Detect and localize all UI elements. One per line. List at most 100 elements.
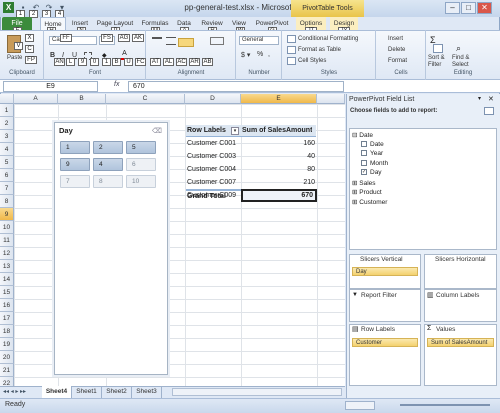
column-header-d[interactable]: D: [185, 94, 241, 104]
slicer-item[interactable]: 4: [93, 158, 123, 171]
keytip-format-painter: FP: [25, 56, 37, 64]
pivot-row-value: 210: [303, 179, 315, 186]
sheet-tab-sheet4[interactable]: Sheet4: [42, 386, 72, 398]
clear-filter-icon[interactable]: ⌫: [152, 127, 162, 135]
row-header[interactable]: 8: [0, 195, 14, 208]
field-tree-item[interactable]: ⊞ Product: [352, 188, 382, 196]
values-sum-of-salesamount[interactable]: Sum of SalesAmount: [427, 338, 494, 347]
row-header[interactable]: 2: [0, 117, 14, 130]
field-tree-item[interactable]: ⊞ Customer: [352, 198, 387, 206]
field-checkbox[interactable]: [361, 150, 367, 157]
delete-cells-button[interactable]: Delete: [380, 47, 405, 53]
cell-styles-button[interactable]: Cell Styles: [298, 58, 326, 64]
select-all-corner[interactable]: [0, 94, 14, 104]
slicer-item[interactable]: 8: [93, 175, 123, 188]
field-tree-item[interactable]: Date: [361, 141, 384, 148]
sort-filter-icon[interactable]: [433, 44, 443, 53]
find-select-icon[interactable]: ⌕: [456, 43, 461, 54]
number-format-box[interactable]: General: [239, 36, 279, 45]
slicer-item[interactable]: 2: [93, 141, 123, 154]
row-header[interactable]: 16: [0, 299, 14, 312]
row-header[interactable]: 20: [0, 351, 14, 364]
row-header[interactable]: 6: [0, 169, 14, 182]
panel-close-icon[interactable]: ✕: [488, 95, 494, 103]
selected-cell-e9[interactable]: 670: [241, 189, 317, 202]
slicer-item[interactable]: 5: [126, 141, 156, 154]
row-header[interactable]: 21: [0, 364, 14, 377]
sort-filter-button[interactable]: Sort & Filter: [428, 55, 452, 69]
filter-dropdown-icon[interactable]: ▾: [231, 127, 239, 135]
row-header[interactable]: 19: [0, 338, 14, 351]
row-header[interactable]: 4: [0, 143, 14, 156]
field-layout-icon[interactable]: [484, 107, 494, 115]
field-tree-item[interactable]: ⊞ Sales: [352, 179, 376, 187]
row-header[interactable]: 7: [0, 182, 14, 195]
column-header-a[interactable]: A: [14, 94, 58, 104]
zoom-slider[interactable]: [400, 404, 490, 406]
column-header-e[interactable]: E: [241, 94, 317, 104]
comma-button[interactable]: ,: [268, 51, 270, 58]
column-labels-title: Column Labels: [436, 292, 480, 299]
row-header[interactable]: 11: [0, 234, 14, 247]
font-name-box[interactable]: Calibri: [49, 36, 97, 45]
percent-button[interactable]: %: [257, 51, 263, 58]
formula-input[interactable]: 670: [128, 81, 344, 92]
row-header[interactable]: 17: [0, 312, 14, 325]
field-tree-item[interactable]: ✓ Day: [361, 169, 382, 176]
row-header[interactable]: 12: [0, 247, 14, 260]
align-center-icon[interactable]: [178, 38, 194, 47]
top-align-icon[interactable]: [152, 37, 162, 45]
minimize-button[interactable]: –: [445, 2, 460, 14]
slicer-item[interactable]: 6: [126, 158, 156, 171]
slicer-item[interactable]: 7: [60, 175, 90, 188]
column-header-b[interactable]: B: [58, 94, 106, 104]
sheet-tab-sheet2[interactable]: Sheet2: [102, 386, 132, 398]
field-tree-item[interactable]: Year: [361, 150, 383, 157]
cell-styles-icon[interactable]: [287, 57, 296, 65]
field-checkbox[interactable]: [361, 159, 367, 166]
paste-button[interactable]: Paste: [7, 55, 22, 61]
wrap-text-icon[interactable]: [210, 37, 224, 45]
view-buttons[interactable]: [345, 401, 375, 410]
sheet-tab-sheet3[interactable]: Sheet3: [132, 386, 162, 398]
sheet-nav-arrows[interactable]: ◂◂ ◂ ▸ ▸▸: [3, 388, 26, 395]
row-header[interactable]: 5: [0, 156, 14, 169]
values-zone[interactable]: [424, 324, 497, 386]
column-header-c[interactable]: C: [106, 94, 185, 104]
horizontal-scrollbar[interactable]: [172, 388, 342, 396]
slicers-vertical-day[interactable]: Day: [352, 267, 418, 276]
row-labels-customer[interactable]: Customer: [352, 338, 418, 347]
field-checkbox[interactable]: [361, 140, 367, 147]
format-cells-button[interactable]: Format: [380, 58, 407, 64]
sheet-tab-sheet1[interactable]: Sheet1: [72, 386, 102, 398]
name-box[interactable]: E9: [3, 81, 98, 92]
row-header[interactable]: 9: [0, 208, 14, 221]
close-button[interactable]: ✕: [477, 2, 492, 14]
find-select-button[interactable]: Find & Select: [452, 55, 476, 69]
field-tree-item[interactable]: Month: [361, 160, 388, 167]
row-labels-zone[interactable]: [349, 324, 421, 386]
row-header[interactable]: 13: [0, 260, 14, 273]
field-tree-item[interactable]: ⊟ Date: [352, 131, 373, 139]
slicer-item[interactable]: 9: [60, 158, 90, 171]
slicer-item[interactable]: 10: [126, 175, 156, 188]
insert-cells-button[interactable]: Insert: [380, 36, 403, 42]
row-header[interactable]: 3: [0, 130, 14, 143]
middle-align-icon[interactable]: [166, 37, 176, 45]
fx-icon[interactable]: fx: [114, 81, 119, 88]
row-header[interactable]: 10: [0, 221, 14, 234]
row-header[interactable]: 18: [0, 325, 14, 338]
currency-button[interactable]: $ ▾: [241, 51, 250, 59]
format-as-table-icon[interactable]: [287, 46, 296, 54]
conditional-formatting-button[interactable]: Conditional Formatting: [298, 36, 358, 42]
conditional-formatting-icon[interactable]: [287, 35, 296, 43]
format-as-table-button[interactable]: Format as Table: [298, 47, 341, 53]
slicer-item[interactable]: 1: [60, 141, 90, 154]
row-header[interactable]: 15: [0, 286, 14, 299]
panel-dropdown-icon[interactable]: ▾: [478, 95, 481, 102]
row-header[interactable]: 1: [0, 104, 14, 117]
maximize-button[interactable]: □: [461, 2, 476, 14]
row-header[interactable]: 14: [0, 273, 14, 286]
column-header-f[interactable]: [317, 94, 345, 104]
field-checkbox[interactable]: ✓: [361, 169, 367, 176]
